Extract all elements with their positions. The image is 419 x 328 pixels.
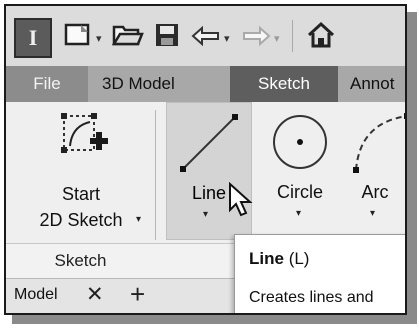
new-dropdown-icon[interactable]: ▾	[96, 32, 102, 45]
frame-shadow-right	[407, 12, 417, 316]
group-divider	[155, 110, 156, 240]
start-sketch-label-1: Start	[61, 184, 100, 204]
app-menu-button[interactable]: I	[14, 18, 52, 58]
add-tab-icon[interactable]: +	[130, 279, 145, 310]
undo-icon[interactable]	[190, 25, 222, 52]
app-window: I ▾ ▾ ▾ File 3D Model Sketch Annot Start…	[4, 4, 407, 315]
save-icon[interactable]	[154, 22, 180, 53]
close-icon[interactable]: ✕	[86, 282, 104, 307]
open-icon[interactable]	[111, 22, 144, 53]
arc-label: Arc	[361, 182, 389, 202]
redo-icon[interactable]	[240, 25, 272, 52]
ribbon-panel: Start 2D Sketch ▾ Line ▾ Circle ▾ Arc ▾	[6, 102, 405, 244]
tab-annotate[interactable]: Annot	[340, 66, 404, 102]
circle-button[interactable]: Circle ▾	[260, 102, 340, 240]
new-icon[interactable]	[64, 22, 94, 53]
model-doc-tab[interactable]: Model	[14, 286, 58, 304]
circle-tool-icon	[268, 110, 332, 179]
line-dropdown-icon[interactable]: ▾	[203, 209, 208, 220]
circle-label: Circle	[276, 182, 323, 202]
line-tool-icon	[177, 111, 241, 180]
arc-tool-icon	[350, 110, 405, 179]
arc-dropdown-icon[interactable]: ▾	[370, 208, 375, 219]
sketch-group-label: Sketch	[54, 251, 107, 270]
tooltip-description: Creates lines and	[249, 289, 374, 306]
start-sketch-label-2: 2D Sketch	[39, 210, 123, 230]
undo-dropdown-icon[interactable]: ▾	[224, 32, 230, 45]
tooltip-title: Line (L)	[249, 249, 309, 269]
home-icon[interactable]	[306, 21, 336, 54]
start-2d-sketch-button[interactable]: Start 2D Sketch ▾	[20, 108, 142, 238]
toolbar-separator	[292, 20, 293, 52]
ribbon-tab-strip: File 3D Model Sketch Annot	[6, 66, 405, 102]
line-tooltip: Line (L) Creates lines and	[234, 234, 405, 313]
start-sketch-icon	[58, 110, 112, 167]
tab-file[interactable]: File	[6, 66, 88, 102]
tab-sketch[interactable]: Sketch	[230, 66, 338, 102]
redo-dropdown-icon[interactable]: ▾	[274, 32, 280, 45]
tooltip-shortcut: (L)	[288, 249, 310, 268]
arc-button[interactable]: Arc ▾	[342, 102, 405, 240]
mouse-pointer-icon	[228, 181, 254, 223]
quick-access-toolbar: I ▾ ▾ ▾	[6, 6, 405, 67]
start-sketch-dropdown-icon[interactable]: ▾	[136, 214, 141, 225]
tab-3d-model[interactable]: 3D Model	[92, 66, 185, 102]
circle-dropdown-icon[interactable]: ▾	[296, 208, 301, 219]
tooltip-command-name: Line	[249, 249, 284, 268]
